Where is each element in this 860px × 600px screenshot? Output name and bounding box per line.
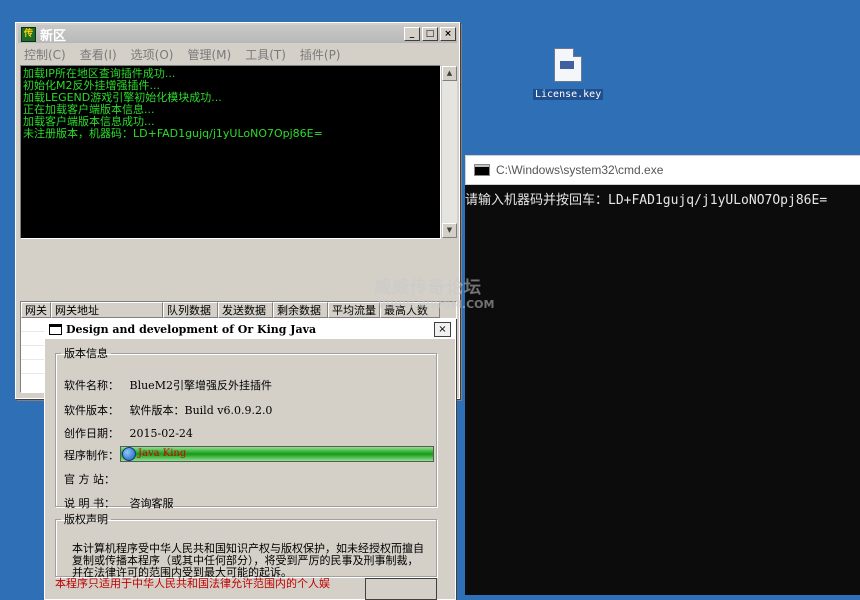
scroll-up-arrow-icon[interactable]: ▲ xyxy=(442,66,457,81)
main-title-bar[interactable]: 传 新区 _ □ × xyxy=(18,25,457,44)
log-line: 未注册版本，机器码：LD+FAD1gujq/j1yULoNO7Opj86E= xyxy=(23,127,323,140)
menu-control[interactable]: 控制(C) xyxy=(24,46,66,63)
created-date-row: 创作日期： 2015-02-24 xyxy=(64,425,193,441)
website-label: 官 方 站： xyxy=(64,473,115,486)
copyright-group: 版权声明 本计算机程序受中华人民共和国知识产权与版权保护，如未经授权而擅自复制或… xyxy=(55,511,437,579)
website-row: 官 方 站： xyxy=(64,471,126,487)
about-title-bar[interactable]: Design and development of Or King Java × xyxy=(45,319,455,340)
license-key-desktop-icon[interactable]: License.key xyxy=(533,48,604,101)
author-link[interactable]: Java King xyxy=(120,446,434,462)
about-dialog: Design and development of Or King Java ×… xyxy=(44,318,456,600)
cmd-title-bar[interactable]: C:\Windows\system32\cmd.exe xyxy=(465,155,860,185)
author-row: 程序制作： xyxy=(64,447,126,463)
license-key-label: License.key xyxy=(533,89,604,100)
watermark-line2: WWW.WWGM.COM xyxy=(378,298,495,311)
software-version-value: 软件版本：Build v6.0.9.2.0 xyxy=(129,404,273,417)
cmd-title: C:\Windows\system32\cmd.exe xyxy=(496,163,664,177)
software-version-row: 软件版本： 软件版本：Build v6.0.9.2.0 xyxy=(64,402,272,418)
software-name-row: 软件名称： BlueM2引擎增强反外挂插件 xyxy=(64,377,272,393)
created-date-value: 2015-02-24 xyxy=(129,427,193,440)
globe-icon xyxy=(122,447,136,461)
menu-bar: 控制(C) 查看(I) 选项(O) 管理(M) 工具(T) 插件(P) xyxy=(18,45,457,63)
menu-plugins[interactable]: 插件(P) xyxy=(300,46,341,63)
minimize-button[interactable]: _ xyxy=(404,27,420,41)
col-gateway[interactable]: 网关 xyxy=(21,302,51,318)
col-queue-data[interactable]: 队列数据 xyxy=(163,302,218,318)
log-panel[interactable]: 加载IP所在地区查询插件成功... 初始化M2反外挂增强插件... 加载LEGE… xyxy=(20,65,457,239)
menu-view[interactable]: 查看(I) xyxy=(80,46,117,63)
copyright-text: 本计算机程序受中华人民共和国知识产权与版权保护，如未经授权而擅自复制或传播本程序… xyxy=(72,542,424,579)
log-scrollbar[interactable]: ▲ ▼ xyxy=(441,66,457,238)
created-date-label: 创作日期： xyxy=(64,427,119,440)
warning-text: 本程序只适用于中华人民共和国法律允许范围内的个人娱 xyxy=(55,577,330,590)
window-controls: _ □ × xyxy=(404,27,456,41)
about-title: Design and development of Or King Java xyxy=(66,322,317,336)
key-file-icon xyxy=(554,48,582,82)
menu-options[interactable]: 选项(O) xyxy=(131,46,174,63)
cmd-window[interactable]: C:\Windows\system32\cmd.exe 请输入机器码并按回车：L… xyxy=(465,155,860,595)
manual-value: 咨询客服 xyxy=(129,497,174,510)
version-info-group: 版本信息 软件名称： BlueM2引擎增强反外挂插件 软件版本： 软件版本：Bu… xyxy=(55,345,437,510)
author-label: 程序制作： xyxy=(64,449,119,462)
manual-row: 说 明 书： 咨询客服 xyxy=(64,495,174,511)
copyright-legend: 版权声明 xyxy=(64,513,108,526)
cmd-icon xyxy=(474,164,490,176)
app-icon: 传 xyxy=(21,26,36,42)
col-remaining-data[interactable]: 剩余数据 xyxy=(273,302,328,318)
window-title: 新区 xyxy=(40,28,67,44)
close-button[interactable]: × xyxy=(440,27,456,41)
col-avg-traffic[interactable]: 平均流量 xyxy=(328,302,380,318)
cmd-output[interactable]: 请输入机器码并按回车：LD+FAD1gujq/j1yULoNO7Opj86E= xyxy=(465,185,860,208)
menu-manage[interactable]: 管理(M) xyxy=(187,46,231,63)
software-name-label: 软件名称： xyxy=(64,379,119,392)
software-name-value: BlueM2引擎增强反外挂插件 xyxy=(129,379,272,392)
col-send-data[interactable]: 发送数据 xyxy=(218,302,273,318)
window-icon xyxy=(49,323,62,335)
manual-label: 说 明 书： xyxy=(64,497,115,510)
watermark-line1: 威威传奇论坛 xyxy=(374,278,482,298)
software-version-label: 软件版本： xyxy=(64,404,119,417)
menu-tools[interactable]: 工具(T) xyxy=(245,46,286,63)
scroll-down-arrow-icon[interactable]: ▼ xyxy=(442,223,457,238)
version-info-legend: 版本信息 xyxy=(64,347,108,360)
watermark: 威威传奇论坛 WWW.WWGM.COM xyxy=(374,273,494,311)
maximize-button[interactable]: □ xyxy=(422,27,438,41)
author-name: Java King xyxy=(138,448,187,459)
col-gateway-address[interactable]: 网关地址 xyxy=(51,302,163,318)
about-close-button[interactable]: × xyxy=(434,322,451,337)
ok-button[interactable] xyxy=(365,578,437,600)
log-lines: 加载IP所在地区查询插件成功... 初始化M2反外挂增强插件... 加载LEGE… xyxy=(23,68,323,140)
